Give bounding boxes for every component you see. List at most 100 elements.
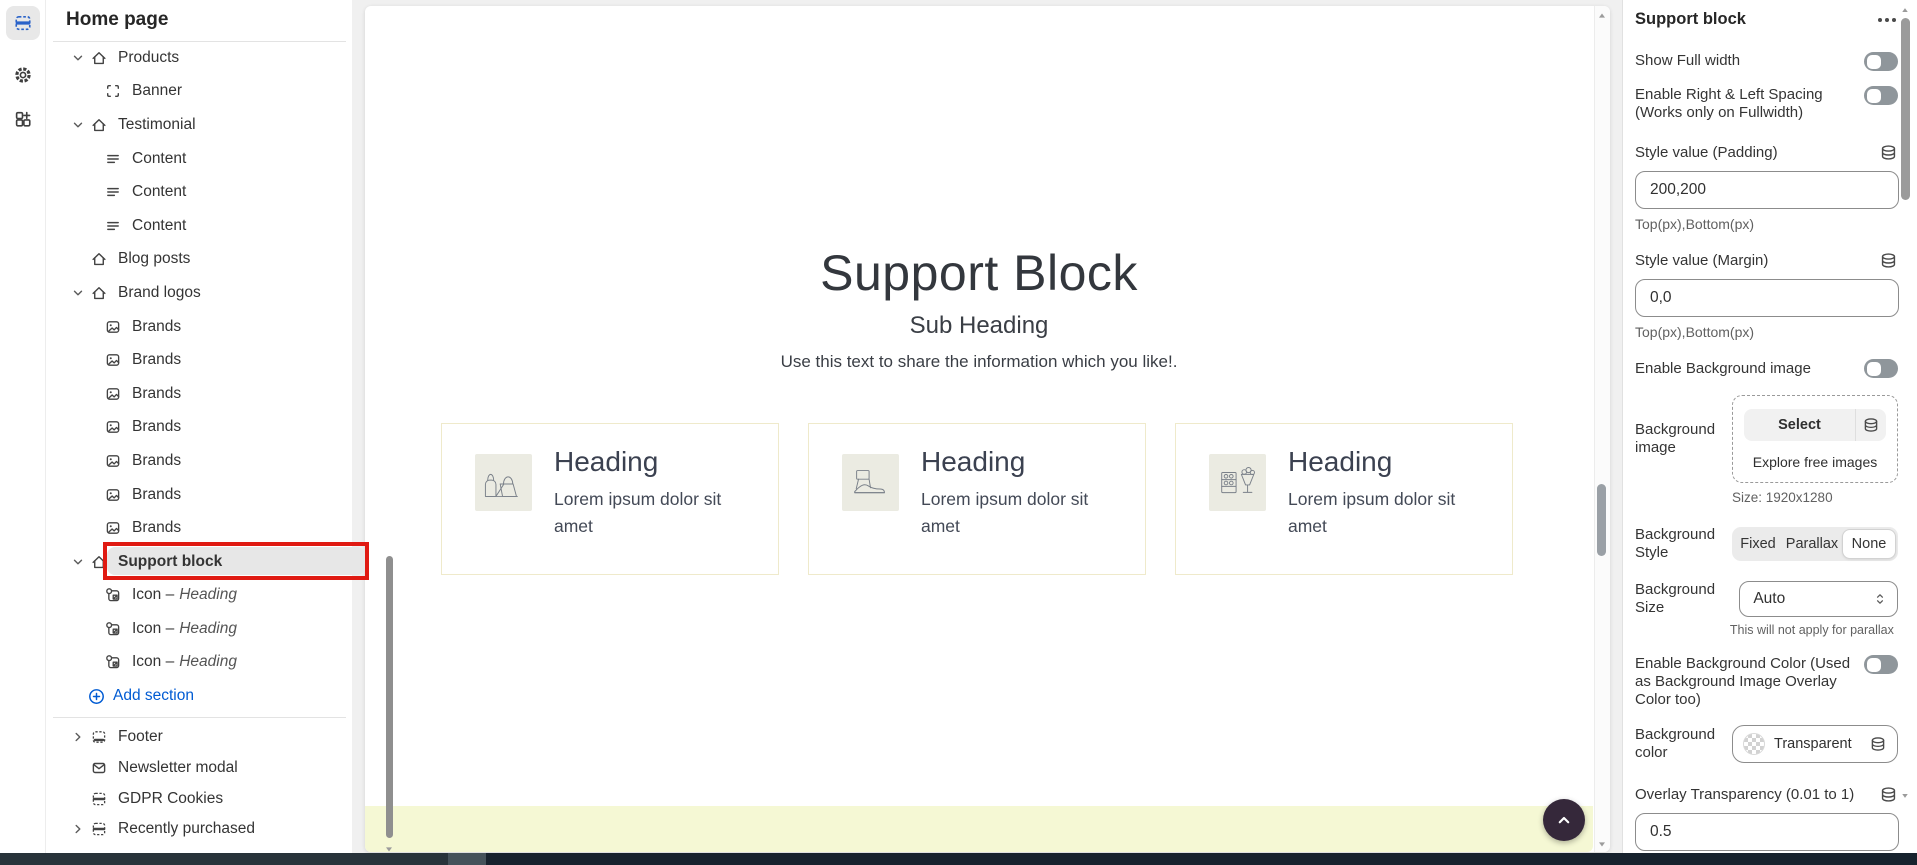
support-card[interactable]: Heading Lorem ipsum dolor sit amet <box>1175 423 1513 575</box>
sidebar-item-brands[interactable]: Brands <box>46 343 346 377</box>
home-icon <box>90 116 108 134</box>
setting-label: Overlay Transparency (0.01 to 1) <box>1635 786 1854 803</box>
preview-scrollbar-thumb[interactable] <box>1597 484 1606 556</box>
scrollbar-down-arrow[interactable] <box>1898 790 1912 801</box>
apps-rail-button[interactable] <box>6 102 40 136</box>
page-title: Home page <box>66 9 168 31</box>
theme-settings-rail-button[interactable] <box>6 58 40 92</box>
sidebar-item-brands[interactable]: Brands <box>46 444 346 478</box>
image-icon <box>104 351 122 369</box>
sidebar-item-content[interactable]: Content <box>46 142 346 176</box>
bg-style-option-fixed[interactable]: Fixed <box>1734 536 1782 552</box>
bg-image-size-row: Size: 1920x1280 <box>1635 490 1898 505</box>
sidebar-item-banner[interactable]: Banner <box>46 75 346 109</box>
inspector-scrollbar-thumb[interactable] <box>1901 18 1910 200</box>
spacing-row: Enable Right & Left Spacing (Works only … <box>1635 86 1898 122</box>
bags-illustration-icon <box>481 460 527 506</box>
theme-preview: Support Block Sub Heading Use this text … <box>365 6 1610 852</box>
sidebar-item-brands[interactable]: Brands <box>46 411 346 445</box>
preview-section-subheading: Sub Heading <box>365 312 1593 340</box>
margin-input[interactable] <box>1635 279 1899 317</box>
image-icon <box>104 418 122 436</box>
sidebar-item-icon-heading[interactable]: Icon –Heading <box>46 579 346 613</box>
chevron-up-icon <box>1554 810 1574 830</box>
chevron-right-icon[interactable] <box>70 821 86 837</box>
dynamic-source-icon[interactable] <box>1879 143 1898 162</box>
add-section-button[interactable]: Add section <box>46 679 346 713</box>
bg-image-toggle[interactable] <box>1864 359 1898 378</box>
chevron-down-icon[interactable] <box>70 50 86 66</box>
scroll-to-top-button[interactable] <box>1543 799 1585 841</box>
taskbar-strip <box>0 853 1917 865</box>
sidebar-item-footer[interactable]: Footer <box>46 722 346 753</box>
explore-free-images-link[interactable]: Explore free images <box>1753 454 1878 470</box>
settings-title: Support block <box>1635 10 1746 29</box>
image-icon <box>104 519 122 537</box>
apps-icon <box>13 109 33 129</box>
sidebar-item-brands[interactable]: Brands <box>46 478 346 512</box>
banner-icon <box>104 82 122 100</box>
card-heading: Heading <box>1288 446 1392 478</box>
scrollbar-down-arrow[interactable] <box>1595 838 1609 850</box>
select-image-button[interactable]: Select <box>1744 409 1886 441</box>
support-card[interactable]: Heading Lorem ipsum dolor sit amet <box>441 423 779 575</box>
sidebar-item-testimonial[interactable]: Testimonial <box>46 108 346 142</box>
preview-section-heading: Support Block <box>365 244 1593 302</box>
sidebar-item-brand-logos[interactable]: Brand logos <box>46 276 346 310</box>
divider <box>53 717 346 718</box>
scrollbar-up-arrow[interactable] <box>1898 5 1912 16</box>
theme-editor: Home page Products Banner Testimonial Co… <box>0 0 1917 865</box>
image-icon <box>104 452 122 470</box>
sidebar-item-products[interactable]: Products <box>46 41 346 75</box>
bg-color-picker[interactable]: Transparent <box>1732 725 1898 763</box>
sidebar-item-brands[interactable]: Brands <box>46 377 346 411</box>
preview-scrollbar-track[interactable] <box>1594 6 1610 852</box>
sidebar-item-content[interactable]: Content <box>46 209 346 243</box>
sidebar-item-support-block[interactable]: Support block <box>46 545 346 579</box>
card-image <box>842 454 899 511</box>
overlay-transparency-input[interactable] <box>1635 813 1899 851</box>
chevron-down-icon[interactable] <box>70 285 86 301</box>
dynamic-source-icon[interactable] <box>1879 785 1898 804</box>
dynamic-source-icon[interactable] <box>1862 416 1880 434</box>
support-card[interactable]: Heading Lorem ipsum dolor sit amet <box>808 423 1146 575</box>
sidebar-item-brands[interactable]: Brands <box>46 511 346 545</box>
setting-label: Show Full width <box>1635 52 1857 70</box>
footer-icon <box>90 728 108 746</box>
card-heading: Heading <box>921 446 1025 478</box>
spacing-toggle[interactable] <box>1864 86 1898 105</box>
sections-rail-button[interactable] <box>6 6 40 40</box>
bg-style-option-none[interactable]: None <box>1842 529 1896 559</box>
bg-style-row: Background Style Fixed Parallax None <box>1635 526 1898 562</box>
setting-label: Enable Right & Left Spacing (Works only … <box>1635 86 1857 122</box>
sidebar-item-icon-heading[interactable]: Icon –Heading <box>46 612 346 646</box>
sidebar-item-recently-purchased[interactable]: Recently purchased <box>46 814 346 845</box>
sidebar-item-icon-heading[interactable]: Icon –Heading <box>46 646 346 680</box>
sidebar-item-newsletter-modal[interactable]: Newsletter modal <box>46 753 346 784</box>
setting-label: Background image <box>1635 421 1731 483</box>
chevron-down-icon[interactable] <box>70 117 86 133</box>
sidebar-item-brands[interactable]: Brands <box>46 310 346 344</box>
show-full-width-toggle[interactable] <box>1864 52 1898 71</box>
dynamic-source-icon[interactable] <box>1869 735 1887 753</box>
chevron-down-icon[interactable] <box>70 554 86 570</box>
scrollbar-up-arrow[interactable] <box>1595 10 1609 22</box>
bg-image-picker: Select Explore free images <box>1732 395 1898 483</box>
bg-style-option-parallax[interactable]: Parallax <box>1782 536 1842 552</box>
dynamic-source-icon[interactable] <box>1879 251 1898 270</box>
sidebar-item-content[interactable]: Content <box>46 175 346 209</box>
chevron-right-icon[interactable] <box>70 729 86 745</box>
image-icon <box>104 486 122 504</box>
panel-scrollbar-thumb[interactable] <box>386 556 393 838</box>
padding-input[interactable] <box>1635 171 1899 209</box>
content-icon <box>104 183 122 201</box>
image-icon <box>104 318 122 336</box>
bg-size-select[interactable]: Auto <box>1739 581 1898 617</box>
media-text-icon <box>104 653 122 671</box>
sidebar-item-blog-posts[interactable]: Blog posts <box>46 243 346 277</box>
sections-panel: Home page Products Banner Testimonial Co… <box>46 0 352 853</box>
content-icon <box>104 217 122 235</box>
sidebar-item-gdpr-cookies[interactable]: GDPR Cookies <box>46 783 346 814</box>
bg-color-toggle[interactable] <box>1864 655 1898 674</box>
more-options-icon[interactable] <box>1876 14 1898 26</box>
